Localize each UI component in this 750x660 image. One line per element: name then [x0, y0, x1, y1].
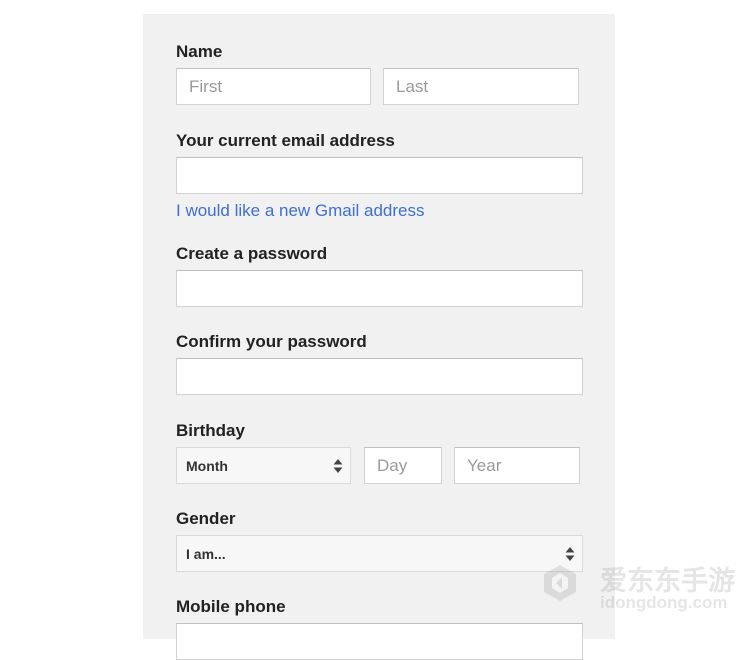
- new-gmail-link[interactable]: I would like a new Gmail address: [176, 201, 425, 221]
- watermark: 爱东东手游 idongdong.com: [540, 557, 740, 617]
- gender-label: Gender: [176, 509, 236, 528]
- birthday-label: Birthday: [176, 421, 245, 440]
- name-label: Name: [176, 42, 223, 61]
- confirm-password-label: Confirm your password: [176, 332, 367, 351]
- mobile-phone-input[interactable]: [176, 623, 583, 660]
- gender-select[interactable]: I am...: [176, 535, 583, 572]
- month-select-value: Month: [186, 458, 228, 474]
- password-label: Create a password: [176, 244, 328, 263]
- birthday-month-select[interactable]: Month: [176, 447, 351, 484]
- email-input[interactable]: [176, 157, 583, 194]
- watermark-text-en: idongdong.com: [600, 593, 728, 612]
- gender-select-value: I am...: [186, 546, 226, 562]
- first-name-input[interactable]: [176, 68, 371, 105]
- mobile-phone-label: Mobile phone: [176, 597, 286, 616]
- birthday-day-input[interactable]: [364, 447, 442, 484]
- watermark-logo-icon: [540, 563, 580, 603]
- email-label: Your current email address: [176, 131, 395, 150]
- signup-form-panel: Name Your current email address I would …: [143, 14, 615, 660]
- password-input[interactable]: [176, 270, 583, 307]
- confirm-password-input[interactable]: [176, 358, 583, 395]
- last-name-input[interactable]: [383, 68, 579, 105]
- birthday-year-input[interactable]: [454, 447, 580, 484]
- select-arrows-icon: [333, 458, 343, 474]
